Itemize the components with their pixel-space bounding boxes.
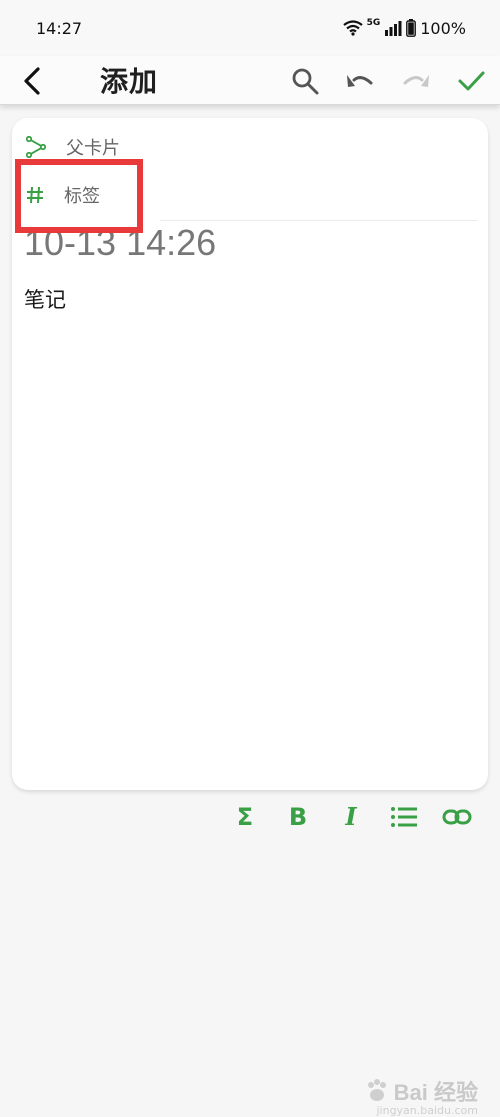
redo-icon[interactable]: [401, 66, 431, 96]
link-icon: [442, 809, 472, 825]
parent-card-row[interactable]: 父卡片: [26, 134, 120, 160]
paw-icon: [367, 1079, 386, 1101]
share-icon: [26, 136, 46, 158]
back-arrow-icon[interactable]: [18, 66, 48, 96]
watermark: Bai 经验: [364, 1075, 478, 1107]
watermark-url: jingyan.baidu.com: [376, 1104, 478, 1117]
italic-button[interactable]: I: [334, 800, 368, 834]
status-time: 14:27: [36, 18, 83, 38]
italic-glyph: I: [345, 802, 357, 831]
page-title: 添加: [100, 65, 159, 98]
watermark-text: Bai 经验: [393, 1080, 478, 1105]
note-body-text[interactable]: 笔记: [24, 284, 66, 314]
battery-icon: [406, 19, 417, 37]
link-button[interactable]: [440, 800, 474, 834]
search-icon[interactable]: [290, 66, 320, 96]
bold-glyph: B: [288, 803, 308, 831]
format-toolbar: Σ B I: [228, 800, 493, 834]
sum-button[interactable]: Σ: [228, 800, 262, 834]
list-icon: [391, 807, 417, 827]
top-toolbar: 添加: [0, 56, 500, 105]
wifi-icon: [342, 20, 363, 36]
battery-percent: 100%: [420, 18, 466, 38]
divider: [160, 220, 478, 221]
bold-button[interactable]: B: [281, 800, 315, 834]
status-icons: 5G 100%: [342, 17, 466, 38]
list-button[interactable]: [387, 800, 421, 834]
check-icon[interactable]: [456, 66, 486, 96]
network-type-label: 5G: [366, 17, 381, 28]
sum-glyph: Σ: [236, 803, 254, 831]
undo-icon[interactable]: [345, 66, 375, 96]
parent-card-label: 父卡片: [66, 138, 120, 159]
signal-icon: [385, 21, 402, 36]
status-bar: 14:27 5G 100%: [0, 0, 500, 56]
highlight-box: [15, 159, 143, 233]
